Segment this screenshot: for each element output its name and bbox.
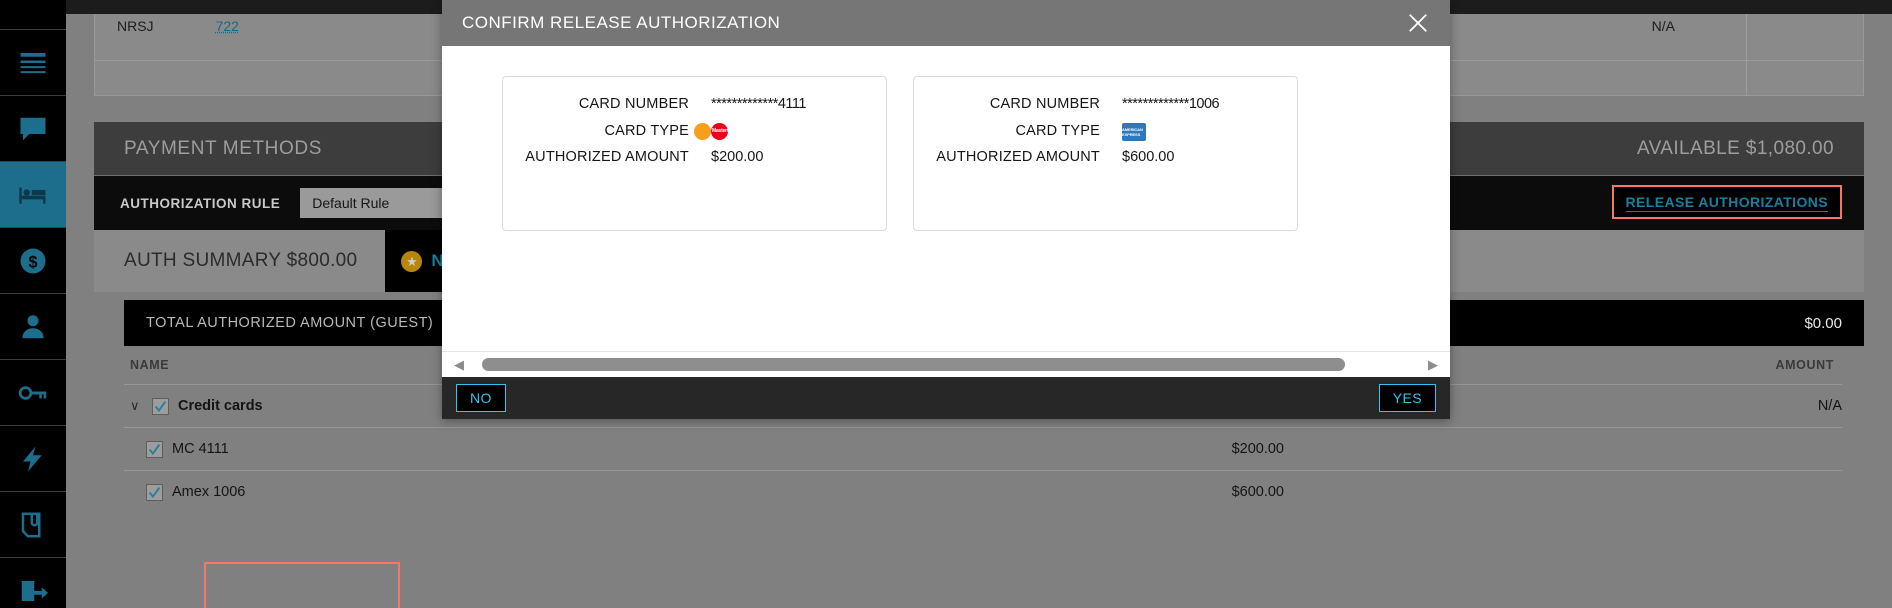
row-amount-primary: $200.00 bbox=[1231, 441, 1284, 457]
total-authorized-label: TOTAL AUTHORIZED AMOUNT (GUEST) bbox=[146, 315, 434, 331]
dialog-title: CONFIRM RELEASE AUTHORIZATION bbox=[462, 13, 781, 32]
card-type-label: CARD TYPE bbox=[604, 122, 689, 139]
authorization-rule-select[interactable]: Default Rule bbox=[300, 188, 461, 218]
check-icon bbox=[148, 486, 161, 498]
table-row[interactable]: MC 4111 $200.00 bbox=[124, 427, 1842, 470]
authorized-amount-label: AUTHORIZED AMOUNT bbox=[936, 149, 1100, 166]
amex-icon-label: AMERICAN EXPRESS bbox=[1122, 126, 1143, 137]
release-authorizations-label: RELEASE AUTHORIZATIONS bbox=[1625, 194, 1828, 212]
confirm-release-dialog: CONFIRM RELEASE AUTHORIZATION CARD NUMBE… bbox=[442, 0, 1450, 419]
attachment-icon bbox=[21, 512, 41, 537]
scroll-left-arrow-icon[interactable]: ◀ bbox=[454, 357, 464, 373]
dialog-body: CARD NUMBER *************4111 CARD TYPE … bbox=[442, 46, 1450, 351]
table-row[interactable]: Amex 1006 $600.00 bbox=[124, 470, 1842, 513]
sidebar-item-documents[interactable] bbox=[0, 492, 66, 558]
mastercard-icon-label: MasterCard bbox=[712, 127, 738, 134]
authorized-amount-value: $600.00 bbox=[1122, 149, 1175, 166]
card-type-row: CARD TYPE MasterCard bbox=[503, 122, 866, 142]
reservation-code: NRSJ bbox=[117, 18, 154, 34]
card-type-label: CARD TYPE bbox=[1015, 122, 1100, 139]
row-right-value: N/A bbox=[1817, 398, 1842, 414]
dialog-header: CONFIRM RELEASE AUTHORIZATION bbox=[442, 0, 1450, 46]
reservation-link[interactable]: 722 bbox=[216, 18, 239, 34]
release-authorizations-button[interactable]: RELEASE AUTHORIZATIONS bbox=[1611, 185, 1842, 219]
row-checkbox[interactable] bbox=[146, 483, 163, 501]
card-number-label: CARD NUMBER bbox=[578, 96, 689, 112]
star-icon: ★ bbox=[401, 250, 423, 272]
row-label: Credit cards bbox=[178, 398, 263, 414]
payment-methods-title: PAYMENT METHODS bbox=[124, 137, 322, 159]
card-type-value: AMERICAN EXPRESS bbox=[1122, 122, 1146, 141]
close-icon bbox=[1409, 14, 1427, 32]
selection-highlight-box bbox=[204, 562, 400, 608]
sidebar-item-activity[interactable] bbox=[0, 426, 66, 492]
row-label: Amex 1006 bbox=[172, 484, 246, 500]
sidebar-rail: $ bbox=[0, 0, 66, 608]
authorization-rule-label: AUTHORIZATION RULE bbox=[120, 195, 281, 211]
no-button[interactable]: NO bbox=[456, 384, 506, 412]
authorized-amount-row: AUTHORIZED AMOUNT $200.00 bbox=[503, 148, 866, 168]
sidebar-item-rooms[interactable] bbox=[0, 162, 66, 228]
available-amount: AVAILABLE $1,080.00 bbox=[1636, 137, 1834, 159]
key-icon bbox=[18, 385, 47, 400]
sidebar-item-export[interactable] bbox=[0, 558, 66, 608]
chevron-down-icon[interactable]: ∨ bbox=[130, 398, 143, 414]
dollar-icon: $ bbox=[20, 248, 46, 273]
card-detail-panel: CARD NUMBER *************1006 CARD TYPE … bbox=[913, 76, 1298, 231]
menu-icon bbox=[20, 52, 46, 73]
toprow-vertical-divider bbox=[1746, 14, 1747, 95]
app-root: $ NRSJ 722 N/A PAYMENT METHODS AVAILABLE… bbox=[0, 0, 1892, 608]
scroll-right-arrow-icon[interactable]: ▶ bbox=[1428, 357, 1438, 373]
sidebar-item-billing[interactable]: $ bbox=[0, 228, 66, 294]
reservation-right-value: N/A bbox=[1651, 18, 1675, 34]
sidebar-item-chat[interactable] bbox=[0, 96, 66, 162]
card-type-row: CARD TYPE AMERICAN EXPRESS bbox=[914, 122, 1277, 142]
check-icon bbox=[154, 400, 167, 412]
close-button[interactable] bbox=[1404, 9, 1432, 37]
scrollbar-track[interactable] bbox=[472, 358, 1420, 371]
dialog-footer: NO YES bbox=[442, 377, 1450, 419]
sidebar-top-spacer bbox=[0, 0, 66, 30]
amex-icon: AMERICAN EXPRESS bbox=[1122, 122, 1146, 141]
sidebar-item-menu[interactable] bbox=[0, 30, 66, 96]
row-checkbox[interactable] bbox=[152, 397, 169, 415]
card-number-value: *************1006 bbox=[1122, 96, 1220, 112]
sidebar-item-guest[interactable] bbox=[0, 294, 66, 360]
sidebar-item-keys[interactable] bbox=[0, 360, 66, 426]
chat-icon bbox=[20, 117, 46, 140]
check-icon bbox=[148, 443, 161, 455]
card-number-value: *************4111 bbox=[711, 96, 806, 112]
yes-button[interactable]: YES bbox=[1378, 384, 1436, 412]
row-checkbox[interactable] bbox=[146, 440, 163, 458]
export-icon bbox=[21, 580, 48, 601]
lightning-icon bbox=[23, 446, 42, 471]
authorized-amount-label: AUTHORIZED AMOUNT bbox=[525, 149, 689, 166]
scrollbar-thumb[interactable] bbox=[482, 358, 1345, 371]
dialog-horizontal-scrollbar[interactable]: ◀ ▶ bbox=[442, 351, 1450, 377]
total-authorized-value: $0.00 bbox=[1804, 314, 1842, 332]
row-label: MC 4111 bbox=[172, 441, 229, 457]
bed-icon bbox=[19, 187, 46, 204]
authorized-amount-row: AUTHORIZED AMOUNT $600.00 bbox=[914, 148, 1277, 168]
card-number-row: CARD NUMBER *************1006 bbox=[914, 95, 1277, 115]
card-number-row: CARD NUMBER *************4111 bbox=[503, 95, 866, 115]
auth-summary-title: AUTH SUMMARY $800.00 bbox=[124, 250, 358, 271]
svg-text:$: $ bbox=[28, 253, 37, 271]
person-icon bbox=[22, 314, 44, 338]
card-number-label: CARD NUMBER bbox=[989, 96, 1100, 112]
authorized-amount-value: $200.00 bbox=[711, 149, 764, 166]
card-detail-panel: CARD NUMBER *************4111 CARD TYPE … bbox=[502, 76, 887, 231]
row-amount-primary: $600.00 bbox=[1231, 484, 1284, 500]
